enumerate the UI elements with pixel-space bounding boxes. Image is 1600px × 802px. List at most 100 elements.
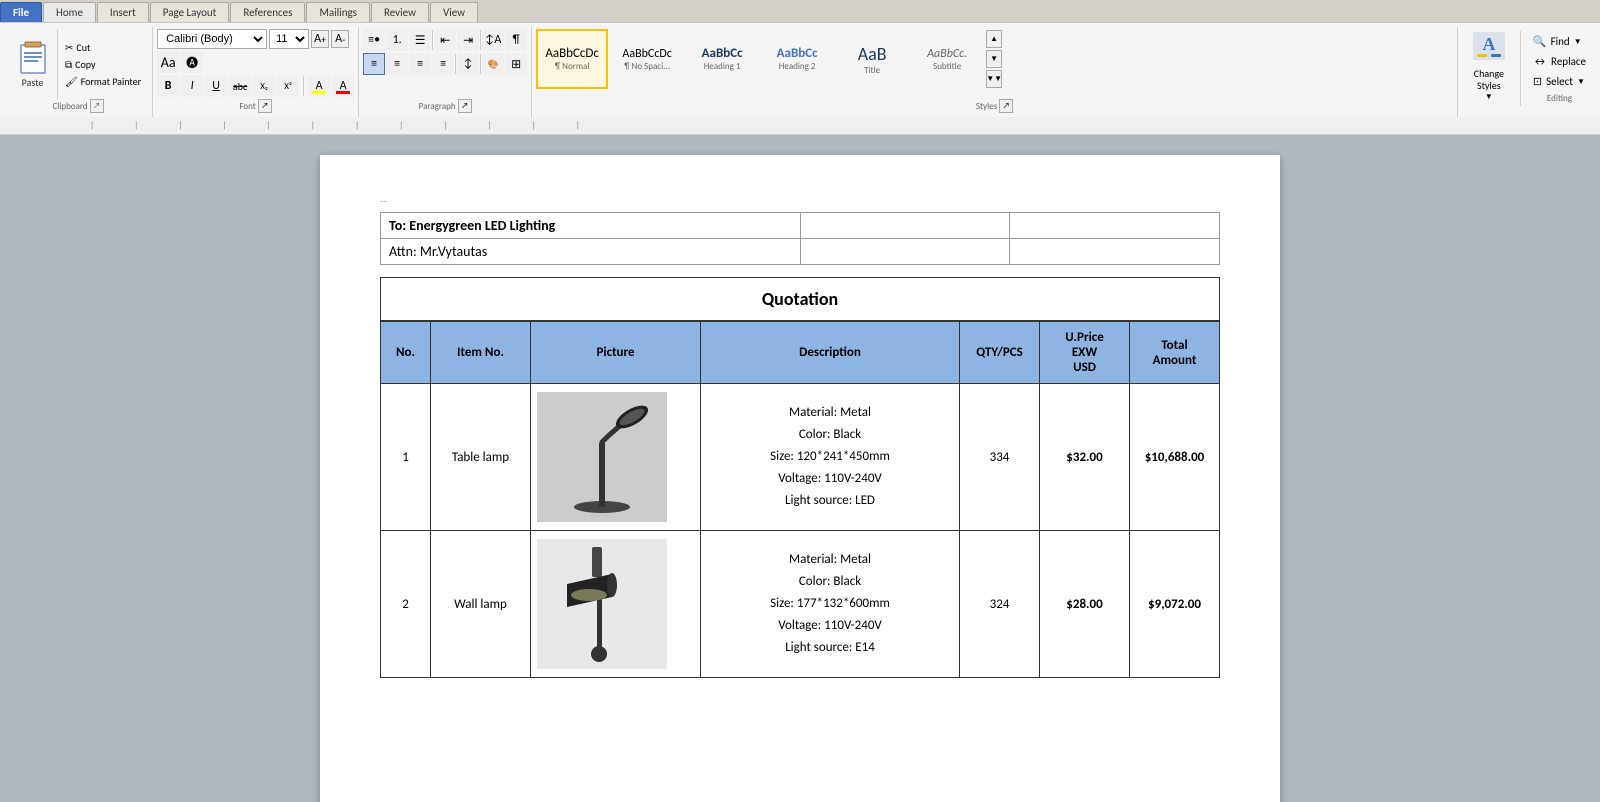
wall-lamp-image bbox=[537, 539, 667, 669]
find-button[interactable]: 🔍 Find ▼ bbox=[1529, 33, 1590, 50]
replace-icon: ↔ bbox=[1533, 55, 1547, 68]
decrease-indent-button[interactable]: ⇤ bbox=[434, 29, 456, 51]
style-subtitle-preview: AaBbCc. bbox=[927, 47, 967, 61]
font-row2: Aa 🅐 bbox=[157, 51, 354, 73]
styles-group-label: Styles bbox=[976, 101, 997, 112]
font-size-select[interactable]: 11 bbox=[269, 29, 309, 49]
row1-uprice: $32.00 bbox=[1040, 384, 1130, 531]
ruler: | | | | | | | | | | | | bbox=[0, 117, 1600, 135]
shading-button[interactable]: 🎨 bbox=[482, 53, 504, 75]
sort-button[interactable]: ↕A bbox=[482, 29, 504, 51]
find-icon: 🔍 bbox=[1533, 35, 1547, 48]
replace-button[interactable]: ↔ Replace bbox=[1529, 53, 1590, 70]
style-subtitle[interactable]: AaBbCc. Subtitle bbox=[911, 29, 983, 89]
bold-button[interactable]: B bbox=[157, 75, 179, 97]
styles-scroll-up[interactable]: ▲ bbox=[986, 30, 1002, 48]
row1-no: 1 bbox=[381, 384, 431, 531]
row2-desc: Material: Metal Color: Black Size: 177*1… bbox=[701, 531, 960, 678]
cursor-indicator: -- bbox=[380, 195, 1220, 208]
copy-button[interactable]: ⧉ Copy bbox=[62, 57, 144, 72]
styles-group: AaBbCcDc ¶ Normal AaBbCcDc ¶ No Spaci...… bbox=[532, 27, 1458, 117]
tab-references[interactable]: References bbox=[230, 2, 305, 22]
superscript-button[interactable]: X² bbox=[277, 75, 299, 97]
paragraph-group: ≡• 1. ☰ ⇤ ⇥ ↕A ¶ ≡ ≡ ≡ ≡ ↕ 🎨 ⊞ Paragraph… bbox=[359, 27, 532, 117]
highlight-color-button[interactable]: A bbox=[308, 75, 330, 97]
row1-picture bbox=[531, 384, 701, 531]
tab-bar: File Home Insert Page Layout References … bbox=[0, 0, 1600, 22]
font-dialog-launcher[interactable]: ↗ bbox=[258, 99, 272, 113]
row2-picture bbox=[531, 531, 701, 678]
subscript-button[interactable]: X₂ bbox=[253, 75, 275, 97]
style-no-spacing[interactable]: AaBbCcDc ¶ No Spaci... bbox=[611, 29, 683, 89]
style-title[interactable]: AaB Title bbox=[836, 29, 908, 89]
line-spacing-button[interactable]: ↕ bbox=[457, 53, 479, 75]
row1-item: Table lamp bbox=[431, 384, 531, 531]
cut-button[interactable]: ✂ Cut bbox=[62, 40, 144, 55]
row2-total: $9,072.00 bbox=[1130, 531, 1220, 678]
style-heading2[interactable]: AaBbCc Heading 2 bbox=[761, 29, 833, 89]
justify-button[interactable]: ≡ bbox=[432, 53, 454, 75]
tab-mailings[interactable]: Mailings bbox=[306, 2, 370, 22]
row2-uprice: $28.00 bbox=[1040, 531, 1130, 678]
select-icon: ⊡ bbox=[1533, 75, 1542, 88]
clipboard-group: Paste ✂ Cut ⧉ Copy 🖌 Format Painter Clip… bbox=[4, 27, 153, 117]
col-desc: Description bbox=[701, 322, 960, 384]
col-uprice: U.PriceEXWUSD bbox=[1040, 322, 1130, 384]
tab-insert[interactable]: Insert bbox=[97, 2, 149, 22]
align-center-button[interactable]: ≡ bbox=[386, 53, 408, 75]
style-heading1[interactable]: AaBbCc Heading 1 bbox=[686, 29, 758, 89]
styles-more[interactable]: ▼▼ bbox=[986, 70, 1002, 88]
attn-cell: Attn: Mr.Vytautas bbox=[381, 239, 801, 265]
paste-button[interactable]: Paste bbox=[8, 29, 58, 99]
change-styles-button[interactable]: A ChangeStyles ▼ bbox=[1462, 31, 1516, 99]
style-normal-label: ¶ Normal bbox=[555, 61, 590, 72]
borders-button[interactable]: ⊞ bbox=[505, 53, 527, 75]
font-name-select[interactable]: Calibri (Body) bbox=[157, 29, 267, 49]
styles-scroll-down[interactable]: ▼ bbox=[986, 50, 1002, 68]
change-styles-icon: A bbox=[1471, 28, 1507, 68]
clear-format-button[interactable]: 🅐 bbox=[181, 51, 203, 73]
style-normal[interactable]: AaBbCcDc ¶ Normal bbox=[536, 29, 608, 89]
style-heading2-preview: AaBbCc bbox=[777, 46, 818, 61]
quotation-table: No. Item No. Picture Description QTY/PCS… bbox=[380, 321, 1220, 678]
find-label: Find bbox=[1551, 35, 1570, 48]
tab-home[interactable]: Home bbox=[43, 2, 96, 22]
align-right-button[interactable]: ≡ bbox=[409, 53, 431, 75]
tab-review[interactable]: Review bbox=[371, 2, 429, 22]
select-button[interactable]: ⊡ Select ▼ bbox=[1529, 73, 1590, 90]
table-lamp-image bbox=[537, 392, 667, 522]
clipboard-right: ✂ Cut ⧉ Copy 🖌 Format Painter bbox=[58, 29, 148, 99]
italic-button[interactable]: I bbox=[181, 75, 203, 97]
strikethrough-button[interactable]: abc bbox=[229, 75, 251, 97]
font-color-button[interactable]: A bbox=[332, 75, 354, 97]
styles-gallery: AaBbCcDc ¶ Normal AaBbCcDc ¶ No Spaci...… bbox=[536, 29, 1453, 89]
underline-button[interactable]: U bbox=[205, 75, 227, 97]
to-cell: To: Energygreen LED Lighting bbox=[381, 213, 801, 239]
font-row1: Calibri (Body) 11 A+ A- bbox=[157, 29, 354, 49]
bullets-button[interactable]: ≡• bbox=[363, 29, 385, 51]
tab-view[interactable]: View bbox=[430, 2, 478, 22]
document-header: -- To: Energygreen LED Lighting Attn: Mr… bbox=[380, 195, 1220, 265]
increase-font-size-button[interactable]: A+ bbox=[311, 30, 329, 48]
tab-page-layout[interactable]: Page Layout bbox=[150, 2, 230, 22]
show-marks-button[interactable]: ¶ bbox=[505, 29, 527, 51]
multilevel-button[interactable]: ☰ bbox=[409, 29, 431, 51]
col-picture: Picture bbox=[531, 322, 701, 384]
decrease-font-size-button[interactable]: A- bbox=[331, 30, 349, 48]
clipboard-dialog-launcher[interactable]: ↗ bbox=[90, 99, 104, 113]
paste-icon bbox=[17, 40, 49, 76]
numbering-button[interactable]: 1. bbox=[386, 29, 408, 51]
col-no: No. bbox=[381, 322, 431, 384]
tab-file[interactable]: File bbox=[0, 2, 42, 22]
align-left-button[interactable]: ≡ bbox=[363, 53, 385, 75]
change-case-button[interactable]: Aa bbox=[157, 51, 179, 73]
right-groups: A ChangeStyles ▼ 🔍 Find ▼ ↔ Replace ⊡ Se… bbox=[1458, 27, 1596, 117]
increase-indent-button[interactable]: ⇥ bbox=[457, 29, 479, 51]
paragraph-dialog-launcher[interactable]: ↗ bbox=[458, 99, 472, 113]
styles-dialog-launcher[interactable]: ↗ bbox=[999, 99, 1013, 113]
row1-desc: Material: Metal Color: Black Size: 120*2… bbox=[701, 384, 960, 531]
editing-group-label: Editing bbox=[1529, 93, 1590, 104]
clipboard-group-label: Clipboard ↗ bbox=[4, 99, 152, 113]
format-painter-button[interactable]: 🖌 Format Painter bbox=[62, 74, 144, 89]
style-title-preview: AaB bbox=[858, 43, 887, 65]
